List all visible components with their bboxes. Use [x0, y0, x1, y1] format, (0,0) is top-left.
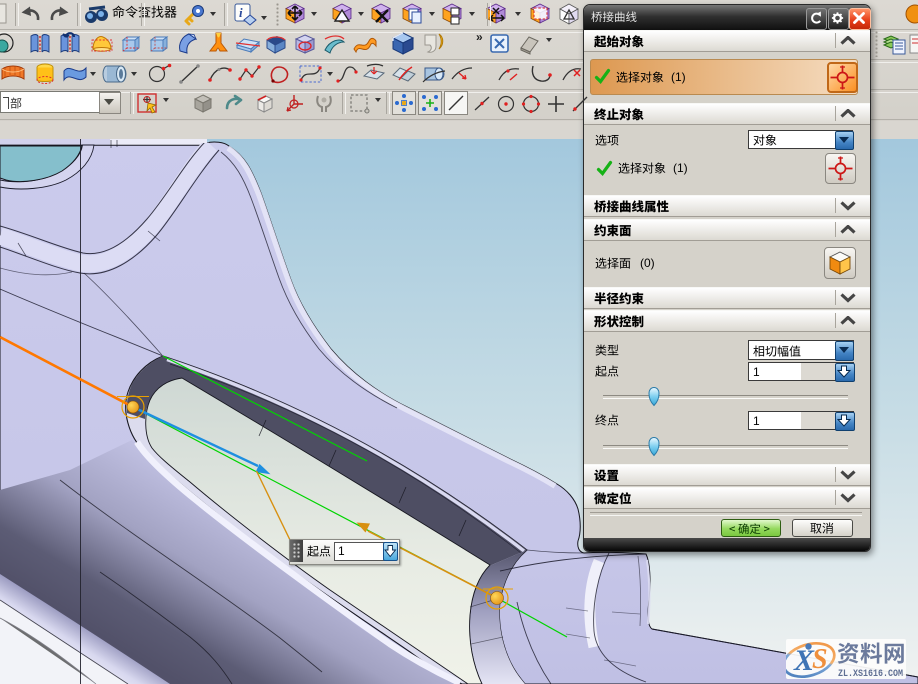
- svg-text:S: S: [812, 644, 828, 675]
- svg-text:i: i: [239, 5, 243, 20]
- svg-text:ZL.XS1616.COM: ZL.XS1616.COM: [838, 668, 903, 679]
